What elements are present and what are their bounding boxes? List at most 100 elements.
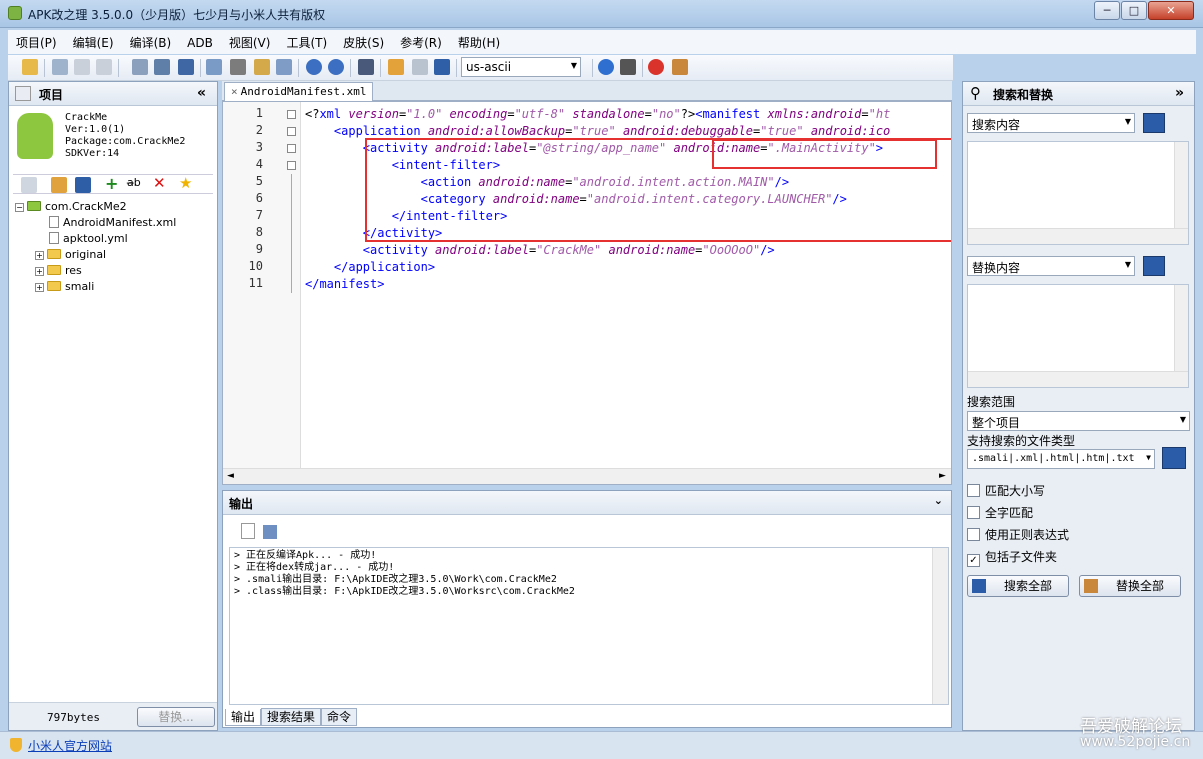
expand-icon[interactable]: + (35, 283, 44, 292)
checkbox[interactable] (967, 528, 980, 541)
checkbox[interactable] (967, 506, 980, 519)
menu-tools[interactable]: 工具(T) (278, 30, 335, 54)
fold-toggle-icon[interactable] (287, 144, 296, 153)
delete-icon[interactable]: ✕ (153, 174, 166, 192)
clear-output-icon[interactable] (241, 523, 255, 539)
tab-android-manifest[interactable]: × AndroidManifest.xml (224, 82, 374, 101)
save-as-icon[interactable] (154, 59, 170, 75)
chevron-down-icon[interactable]: ▼ (1125, 117, 1131, 126)
add-icon[interactable]: + (105, 174, 118, 193)
filetype-edit-icon[interactable] (1162, 447, 1186, 469)
collapse-icon[interactable]: − (15, 203, 24, 212)
collapse-button[interactable]: « (197, 85, 206, 101)
code-line[interactable]: <activity android:label="CrackMe" androi… (305, 242, 775, 259)
menu-build[interactable]: 编译(B) (122, 30, 180, 54)
replace-history-icon[interactable] (1143, 256, 1165, 276)
code-line[interactable]: </manifest> (305, 276, 384, 293)
search-all-button[interactable]: 搜索全部 (967, 575, 1069, 597)
maximize-button[interactable]: □ (1121, 1, 1147, 20)
properties-icon[interactable] (52, 59, 68, 75)
code-editor[interactable]: 1 <?xml version="1.0" encoding="utf-8" st… (222, 101, 952, 485)
chevron-down-icon[interactable]: ▼ (1180, 415, 1186, 424)
scroll-left-icon[interactable]: ◄ (227, 471, 234, 481)
tab-search-results[interactable]: 搜索结果 (261, 708, 322, 726)
chevron-down-icon[interactable]: ▼ (1146, 453, 1151, 462)
search-vscrollbar[interactable] (1174, 142, 1188, 228)
option-whole-word[interactable]: 全字匹配 (967, 504, 1033, 521)
tree-item-res[interactable]: + res (15, 263, 213, 279)
weibo-icon[interactable] (648, 59, 664, 75)
menu-reference[interactable]: 参考(R) (392, 30, 450, 54)
refresh-icon[interactable] (96, 59, 112, 75)
tree-item-manifest[interactable]: AndroidManifest.xml (15, 215, 213, 231)
fold-toggle-icon[interactable] (287, 161, 296, 170)
replace-text-area[interactable] (967, 284, 1189, 388)
search-text-area[interactable] (967, 141, 1189, 245)
replace-button[interactable]: 替换... (137, 707, 215, 727)
menu-project[interactable]: 项目(P) (8, 30, 65, 54)
help-icon[interactable] (598, 59, 614, 75)
copy-icon[interactable] (206, 59, 222, 75)
edit-icon[interactable] (75, 177, 91, 193)
official-site-link[interactable]: 小米人官方网站 (28, 737, 112, 754)
expand-icon[interactable]: + (35, 267, 44, 276)
scroll-right-icon[interactable]: ► (939, 471, 946, 481)
expand-icon[interactable]: + (35, 251, 44, 260)
output-vscrollbar[interactable] (932, 548, 948, 704)
sign-icon[interactable] (434, 59, 450, 75)
menu-help[interactable]: 帮助(H) (450, 30, 508, 54)
add-folder-icon[interactable] (51, 177, 67, 193)
tree-item-apktool[interactable]: apktool.yml (15, 231, 213, 247)
fold-toggle-icon[interactable] (287, 110, 296, 119)
option-subfolders[interactable]: ✓ 包括子文件夹 (967, 548, 1057, 567)
close-tab-icon[interactable]: × (231, 85, 238, 98)
chevron-down-icon[interactable]: ⌄ (934, 494, 943, 507)
tab-output[interactable]: 输出 (225, 709, 262, 726)
open-icon[interactable] (22, 59, 38, 75)
redo-icon[interactable] (328, 59, 344, 75)
checkbox-checked[interactable]: ✓ (967, 554, 980, 567)
encoding-select[interactable]: us-ascii ▼ (461, 57, 581, 77)
menu-skin[interactable]: 皮肤(S) (335, 30, 392, 54)
debug-icon[interactable] (620, 59, 636, 75)
menu-view[interactable]: 视图(V) (221, 30, 279, 54)
tree-item-original[interactable]: + original (15, 247, 213, 263)
new-file-icon[interactable] (21, 177, 37, 193)
close-project-icon[interactable] (74, 59, 90, 75)
install-icon[interactable] (412, 59, 428, 75)
star-icon[interactable]: ★ (179, 174, 192, 192)
replace-vscrollbar[interactable] (1174, 285, 1188, 371)
copy-output-icon[interactable] (263, 525, 277, 539)
scope-select[interactable]: 整个项目 ▼ (967, 411, 1190, 431)
replace-hscrollbar[interactable] (968, 371, 1188, 387)
paste-icon[interactable] (254, 59, 270, 75)
save-all-icon[interactable] (178, 59, 194, 75)
replace-input[interactable]: 替换内容 ▼ (967, 256, 1135, 276)
save-icon[interactable] (132, 59, 148, 75)
tab-command[interactable]: 命令 (321, 708, 358, 726)
replace-all-button[interactable]: 替换全部 (1079, 575, 1181, 597)
editor-hscrollbar[interactable]: ◄ ► (223, 468, 951, 484)
checkbox[interactable] (967, 484, 980, 497)
search-hscrollbar[interactable] (968, 228, 1188, 244)
fold-toggle-icon[interactable] (287, 127, 296, 136)
home-icon[interactable] (672, 59, 688, 75)
find-icon[interactable] (358, 59, 374, 75)
cut-icon[interactable] (230, 59, 246, 75)
collapse-button[interactable]: » (1175, 85, 1184, 101)
menu-adb[interactable]: ADB (179, 32, 221, 56)
code-line[interactable]: </application> (305, 259, 435, 276)
search-input[interactable]: 搜索内容 ▼ (967, 113, 1135, 133)
tree-item-smali[interactable]: + smali (15, 279, 213, 295)
minimize-button[interactable]: ─ (1094, 1, 1120, 20)
menu-edit[interactable]: 编辑(E) (65, 30, 122, 54)
option-regex[interactable]: 使用正则表达式 (967, 526, 1069, 543)
tree-root[interactable]: − com.CrackMe2 (15, 199, 213, 215)
search-history-icon[interactable] (1143, 113, 1165, 133)
build-icon[interactable] (388, 59, 404, 75)
undo-icon[interactable] (306, 59, 322, 75)
filetype-select[interactable]: .smali|.xml|.html|.htm|.txt ▼ (967, 449, 1155, 469)
replace-icon[interactable] (276, 59, 292, 75)
rename-icon[interactable]: a̶b (127, 176, 141, 189)
chevron-down-icon[interactable]: ▼ (1125, 260, 1131, 269)
